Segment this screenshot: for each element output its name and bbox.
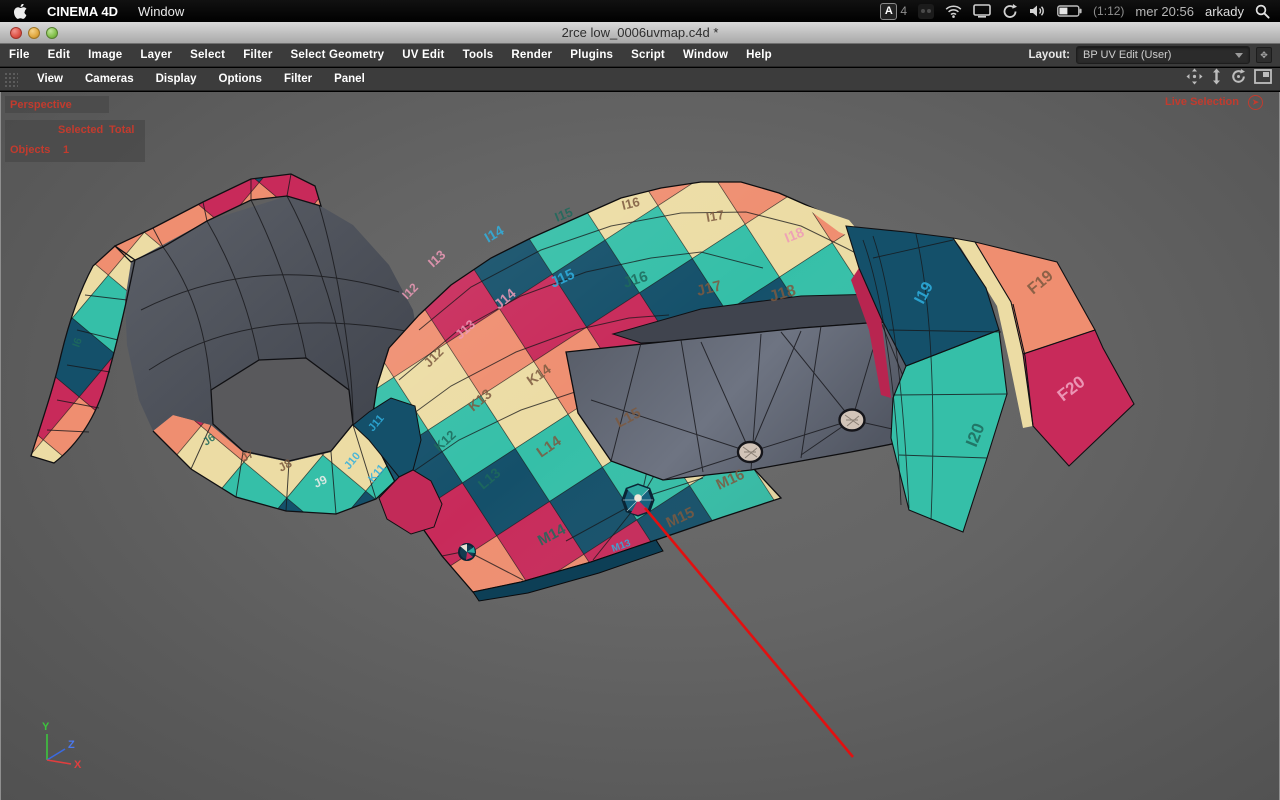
live-selection-icon[interactable]: ➤ bbox=[1248, 95, 1263, 110]
active-tool-label[interactable]: Live Selection bbox=[1165, 96, 1239, 108]
menu-help[interactable]: Help bbox=[737, 49, 781, 61]
uv-label-I17: I17 bbox=[705, 207, 725, 225]
spotlight-icon[interactable] bbox=[1255, 4, 1270, 19]
menu-image[interactable]: Image bbox=[79, 49, 131, 61]
menubar-window-menu[interactable]: Window bbox=[138, 4, 184, 19]
layout-expand-icon[interactable]: ✥ bbox=[1256, 47, 1272, 63]
small-eyelet bbox=[458, 543, 476, 561]
axis-z-label: Z bbox=[68, 739, 75, 751]
camera-label[interactable]: Perspective bbox=[10, 99, 72, 111]
input-source-icon[interactable]: A 4 bbox=[880, 2, 907, 20]
menubar-clock[interactable]: mer 20:56 bbox=[1135, 4, 1194, 19]
layout-value: BP UV Edit (User) bbox=[1083, 49, 1172, 61]
app-status-icon[interactable] bbox=[918, 3, 935, 19]
menu-uv-edit[interactable]: UV Edit bbox=[393, 49, 453, 61]
tongue-eyelet bbox=[838, 408, 866, 432]
menu-plugins[interactable]: Plugins bbox=[561, 49, 622, 61]
menu-layer[interactable]: Layer bbox=[131, 49, 181, 61]
battery-time: (1:12) bbox=[1093, 4, 1125, 18]
menu-tools[interactable]: Tools bbox=[454, 49, 503, 61]
vmenu-panel[interactable]: Panel bbox=[323, 73, 376, 85]
uv-label-I13: I13 bbox=[425, 247, 448, 270]
menu-select[interactable]: Select bbox=[181, 49, 234, 61]
vmenu-filter[interactable]: Filter bbox=[273, 73, 323, 85]
stats-col-total: Total bbox=[109, 124, 135, 136]
menu-script[interactable]: Script bbox=[622, 49, 674, 61]
layout-dropdown[interactable]: BP UV Edit (User) bbox=[1076, 46, 1250, 64]
tongue-eyelet bbox=[736, 440, 764, 464]
volume-icon[interactable] bbox=[1029, 4, 1046, 18]
toggle-panel-icon[interactable] bbox=[1254, 69, 1272, 89]
toolbar-grip-handle[interactable] bbox=[4, 71, 18, 87]
world-axis-gizmo: Y Z X bbox=[42, 721, 82, 771]
menubar-appname[interactable]: CINEMA 4D bbox=[47, 4, 118, 19]
chevron-down-icon bbox=[1235, 52, 1243, 58]
menu-window[interactable]: Window bbox=[674, 49, 737, 61]
zoom-view-icon[interactable] bbox=[1210, 68, 1223, 90]
vmenu-cameras[interactable]: Cameras bbox=[74, 73, 145, 85]
menu-file[interactable]: File bbox=[0, 49, 39, 61]
app-menubar: File Edit Image Layer Select Filter Sele… bbox=[0, 44, 1280, 67]
stats-objects-count: 1 bbox=[63, 144, 70, 156]
menu-render[interactable]: Render bbox=[502, 49, 561, 61]
display-icon[interactable] bbox=[973, 4, 991, 18]
battery-icon[interactable] bbox=[1057, 5, 1082, 17]
pan-view-icon[interactable] bbox=[1186, 68, 1203, 90]
stats-col-selected: Selected bbox=[58, 124, 104, 136]
menu-edit[interactable]: Edit bbox=[39, 49, 80, 61]
menu-select-geometry[interactable]: Select Geometry bbox=[282, 49, 394, 61]
screen: CINEMA 4D Window A 4 (1:12) mer 20:56 ar… bbox=[0, 0, 1280, 800]
viewport-canvas[interactable]: I13I14I15I16I17I18I12 J14J15 J16 J17 J18J12J… bbox=[1, 92, 1280, 800]
vmenu-options[interactable]: Options bbox=[208, 73, 273, 85]
menubar-user[interactable]: arkady bbox=[1205, 4, 1244, 19]
window-title: 2rce low_0006uvmap.c4d * bbox=[561, 25, 719, 40]
macos-menubar: CINEMA 4D Window A 4 (1:12) mer 20:56 ar… bbox=[0, 0, 1280, 22]
vmenu-display[interactable]: Display bbox=[145, 73, 208, 85]
menu-filter[interactable]: Filter bbox=[234, 49, 281, 61]
viewport-3d[interactable]: I13 I14 I15 I16 I17 I18 I12 J14 J15 J16 J17 J18 J12 J… bbox=[0, 92, 1280, 800]
rotate-view-icon[interactable] bbox=[1230, 68, 1247, 90]
wifi-icon[interactable] bbox=[945, 5, 962, 18]
vmenu-view[interactable]: View bbox=[26, 73, 74, 85]
layout-label: Layout: bbox=[1028, 49, 1070, 61]
stats-row-objects: Objects bbox=[10, 144, 51, 156]
window-titlebar[interactable]: 2rce low_0006uvmap.c4d * bbox=[0, 22, 1280, 44]
apple-icon[interactable] bbox=[14, 3, 27, 19]
axis-x-label: X bbox=[74, 759, 82, 771]
uv-label-I14: I14 bbox=[482, 222, 507, 246]
viewport-toolbar: View Cameras Display Options Filter Pane… bbox=[0, 68, 1280, 91]
sync-icon[interactable] bbox=[1002, 3, 1018, 19]
axis-y-label: Y bbox=[42, 721, 50, 733]
axis-highlight-line[interactable] bbox=[644, 507, 854, 758]
